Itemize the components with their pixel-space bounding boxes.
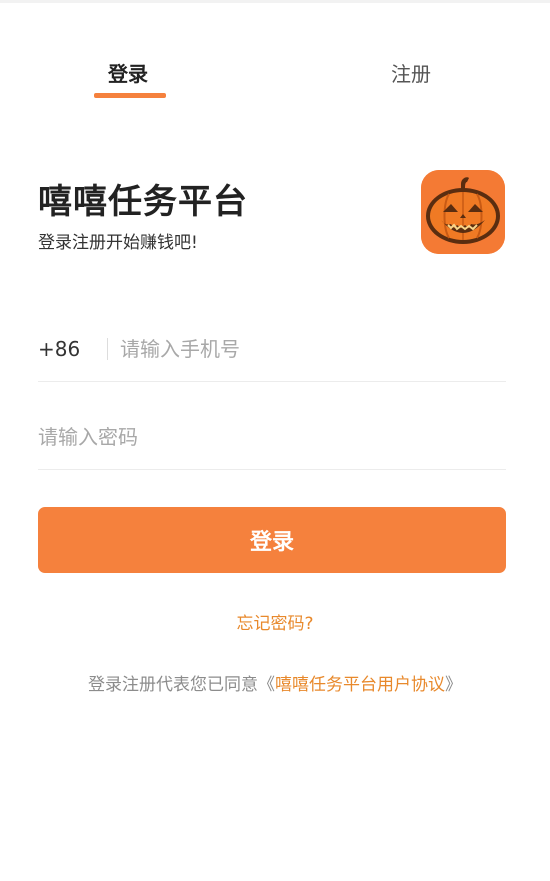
tab-login[interactable]: 登录 [108,58,148,87]
agreement-text: 登录注册代表您已同意《嘻嘻任务平台用户协议》 [0,670,550,695]
user-agreement-link[interactable]: 嘻嘻任务平台用户协议 [275,675,445,695]
top-divider [0,0,550,3]
app-logo [421,170,505,254]
login-button[interactable]: 登录 [38,507,506,573]
active-tab-indicator [94,93,166,98]
app-title: 嘻嘻任务平台 [38,182,248,222]
forgot-password-link[interactable]: 忘记密码? [0,609,550,634]
agreement-prefix: 登录注册代表您已同意 [88,675,258,695]
app-subtitle: 登录注册开始赚钱吧! [38,233,198,253]
agreement-close-bracket: 》 [445,675,462,695]
phone-input[interactable] [120,328,500,370]
pumpkin-icon [421,170,505,254]
field-divider [107,338,108,360]
password-field [38,406,506,470]
auth-tabs: 登录 注册 [0,52,550,102]
agreement-open-bracket: 《 [258,675,275,695]
phone-field: +86 [38,318,506,382]
country-code[interactable]: +86 [38,337,80,361]
password-input[interactable] [38,416,498,458]
tab-register[interactable]: 注册 [391,58,431,87]
